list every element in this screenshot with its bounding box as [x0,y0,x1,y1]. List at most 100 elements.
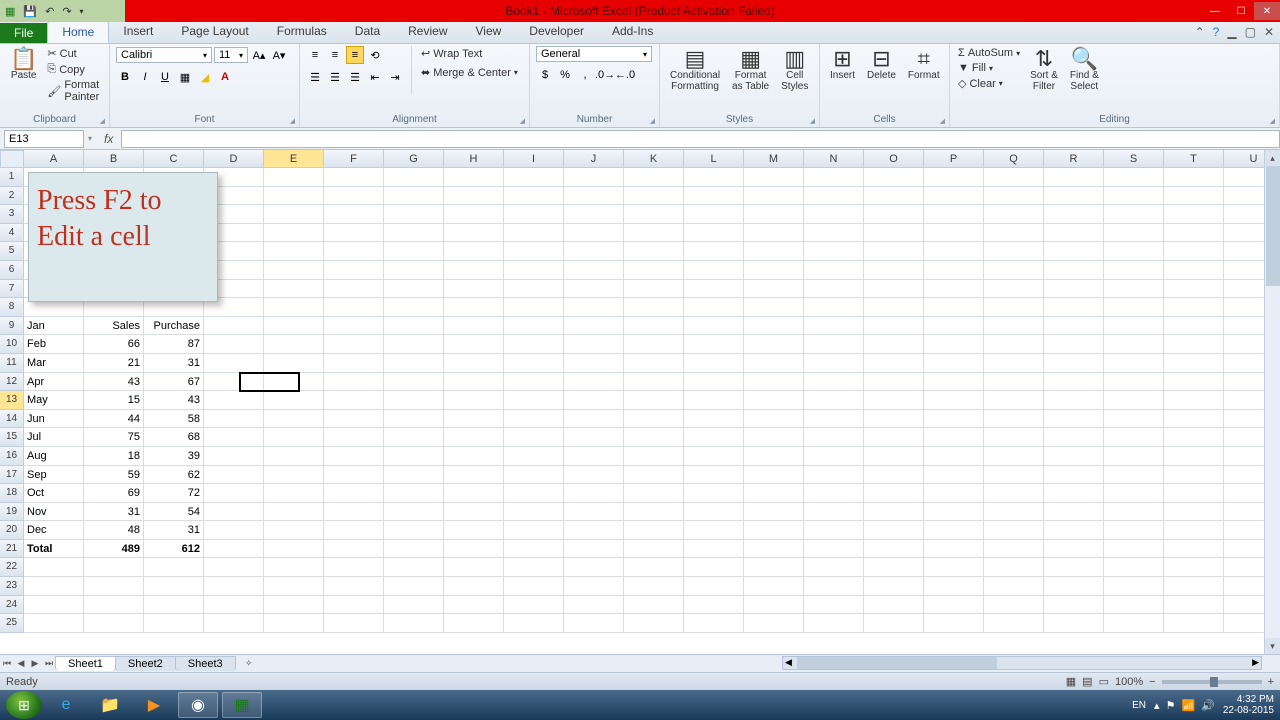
column-header[interactable]: S [1104,150,1164,168]
cell[interactable] [624,298,684,317]
cell[interactable] [1104,466,1164,485]
cell[interactable] [564,335,624,354]
cell[interactable] [684,540,744,559]
cell[interactable] [1104,558,1164,577]
cell[interactable] [984,205,1044,224]
cell[interactable] [984,298,1044,317]
cell[interactable] [384,410,444,429]
cell[interactable] [1164,242,1224,261]
cell[interactable] [804,614,864,633]
cell[interactable] [204,540,264,559]
cell[interactable] [384,558,444,577]
ribbon-close-icon[interactable]: ✕ [1264,25,1274,39]
cell[interactable] [324,317,384,336]
cell[interactable] [864,466,924,485]
cell[interactable] [1164,261,1224,280]
sheet-nav-prev[interactable]: ◀ [14,658,28,669]
cell[interactable] [204,428,264,447]
column-header[interactable]: M [744,150,804,168]
row-header[interactable]: 9 [0,317,24,336]
cell[interactable] [864,428,924,447]
cell[interactable] [684,410,744,429]
cell[interactable] [1164,335,1224,354]
row-header[interactable]: 14 [0,410,24,429]
column-header[interactable]: O [864,150,924,168]
cell[interactable] [504,317,564,336]
cell[interactable] [84,596,144,615]
cell[interactable] [1044,466,1104,485]
cell[interactable]: 58 [144,410,204,429]
cell[interactable] [864,503,924,522]
row-header[interactable]: 12 [0,373,24,392]
cell[interactable] [864,317,924,336]
cell[interactable] [324,373,384,392]
cell[interactable] [1164,447,1224,466]
cell[interactable] [444,391,504,410]
cell[interactable] [444,447,504,466]
cell[interactable] [1164,298,1224,317]
increase-decimal-button[interactable]: .0→ [596,66,614,84]
cell[interactable] [744,596,804,615]
cell[interactable] [984,317,1044,336]
row-header[interactable]: 22 [0,558,24,577]
view-normal-icon[interactable]: ▦ [1066,675,1076,688]
cell[interactable] [744,428,804,447]
cell[interactable] [624,373,684,392]
cell[interactable]: 67 [144,373,204,392]
cell[interactable] [504,428,564,447]
cell[interactable] [864,373,924,392]
tab-data[interactable]: Data [341,21,394,43]
cell[interactable] [1104,187,1164,206]
cell[interactable] [324,261,384,280]
scroll-down-button[interactable]: ▾ [1265,638,1280,654]
cell[interactable] [924,242,984,261]
taskbar-explorer-icon[interactable]: 📁 [90,692,130,718]
cell[interactable] [1044,521,1104,540]
autosum-button[interactable]: ΣAutoSum▾ [956,46,1022,60]
redo-icon[interactable]: ↷ [59,5,74,18]
cell[interactable] [504,261,564,280]
tab-formulas[interactable]: Formulas [263,21,341,43]
cell[interactable] [1104,354,1164,373]
cell[interactable] [1044,410,1104,429]
vscroll-thumb[interactable] [1266,166,1280,286]
cell[interactable] [1164,354,1224,373]
cell[interactable] [924,540,984,559]
italic-button[interactable]: I [136,68,154,86]
row-header[interactable]: 25 [0,614,24,633]
delete-cells-button[interactable]: ⊟Delete [863,46,900,83]
cell[interactable] [864,335,924,354]
cell[interactable] [924,317,984,336]
cell[interactable] [1044,335,1104,354]
cell[interactable] [624,280,684,299]
cell[interactable]: 31 [84,503,144,522]
row-header[interactable]: 5 [0,242,24,261]
cell[interactable] [1104,428,1164,447]
cell[interactable] [864,577,924,596]
cell[interactable] [1164,391,1224,410]
cell[interactable] [204,335,264,354]
cell[interactable] [624,614,684,633]
cell[interactable] [924,187,984,206]
cell[interactable] [324,280,384,299]
sheet-tab[interactable]: Sheet1 [55,656,116,671]
cell[interactable] [684,558,744,577]
sheet-nav-last[interactable]: ⏭ [42,658,56,669]
hscroll-right[interactable]: ▶ [1252,657,1259,668]
cell[interactable] [864,224,924,243]
cell[interactable]: 21 [84,354,144,373]
cell[interactable] [984,484,1044,503]
cell[interactable] [804,317,864,336]
cell[interactable] [1164,168,1224,187]
cell[interactable] [264,187,324,206]
cell[interactable] [504,614,564,633]
align-left-button[interactable]: ☰ [306,68,324,86]
cell[interactable]: May [24,391,84,410]
cell[interactable] [1164,224,1224,243]
cell[interactable] [744,261,804,280]
cell[interactable] [1164,577,1224,596]
cell[interactable] [804,521,864,540]
cell[interactable] [384,596,444,615]
cell[interactable] [384,317,444,336]
cell[interactable] [924,614,984,633]
